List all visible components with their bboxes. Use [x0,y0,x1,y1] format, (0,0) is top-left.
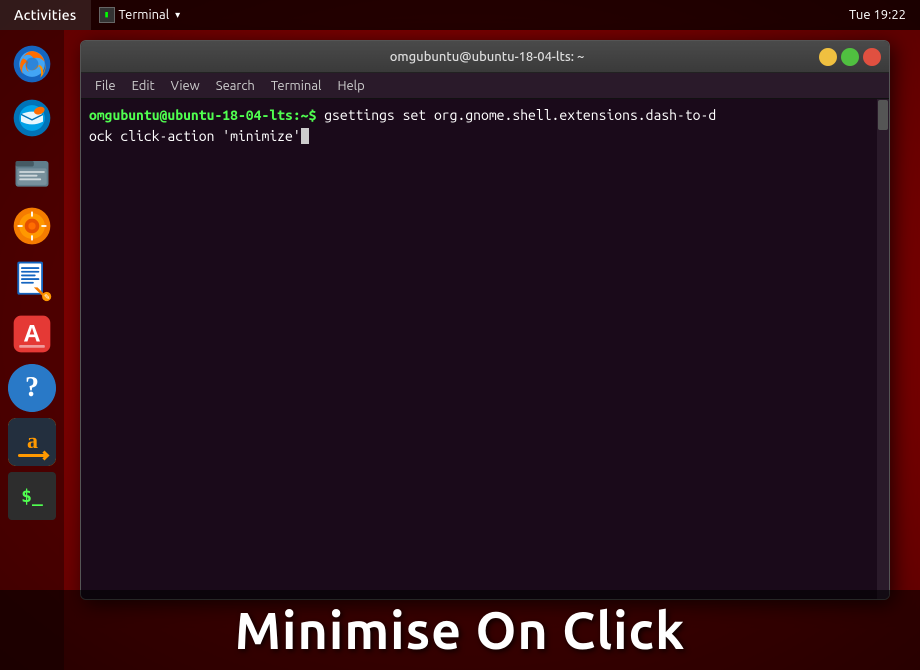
terminal-command-line: omgubuntu@ubuntu-18-04-lts:~$ gsettings … [89,105,881,126]
menu-help[interactable]: Help [329,73,372,99]
terminal-taskbar-item[interactable]: ▮ Terminal ▾ [91,7,189,23]
dock-icon-files[interactable] [8,148,56,196]
dock-icon-appstore[interactable]: A [8,310,56,358]
terminal-content[interactable]: omgubuntu@ubuntu-18-04-lts:~$ gsettings … [81,99,889,599]
dock-icon-help[interactable]: ? [8,364,56,412]
terminal-scrollbar[interactable] [877,99,889,599]
terminal-command-text: gsettings set org.gnome.shell.extensions… [324,107,716,123]
terminal-taskbar-arrow: ▾ [175,9,180,21]
terminal-titlebar: omgubuntu@ubuntu-18-04-lts: ~ – □ ✕ [81,41,889,73]
minimize-button[interactable]: – [819,48,837,66]
terminal-menubar: File Edit View Search Terminal Help [81,73,889,99]
terminal-window-controls: – □ ✕ [819,48,881,66]
dock-icon-thunderbird[interactable] [8,94,56,142]
terminal-command-text-2: ock click-action 'minimize' [89,128,301,144]
overlay-title: Minimise On Click [235,601,686,659]
dock: ✎ A ? a $_ [0,30,64,670]
terminal-title: omgubuntu@ubuntu-18-04-lts: ~ [155,50,819,64]
bottom-overlay: Minimise On Click [0,590,920,670]
topbar: Activities ▮ Terminal ▾ Tue 19:22 [0,0,920,30]
terminal-command-line-2: ock click-action 'minimize' [89,126,881,147]
terminal-prompt-user: omgubuntu@ubuntu-18-04-lts:~$ [89,107,316,123]
maximize-button[interactable]: □ [841,48,859,66]
close-button[interactable]: ✕ [863,48,881,66]
dock-icon-rhythmbox[interactable] [8,202,56,250]
activities-button[interactable]: Activities [0,0,91,30]
terminal-window: omgubuntu@ubuntu-18-04-lts: ~ – □ ✕ File… [80,40,890,600]
menu-file[interactable]: File [87,73,124,99]
terminal-taskbar-icon: ▮ [99,7,115,23]
clock[interactable]: Tue 19:22 [835,8,920,22]
topbar-left: Activities ▮ Terminal ▾ [0,0,188,30]
svg-text:A: A [23,320,40,347]
menu-search[interactable]: Search [208,73,263,99]
menu-view[interactable]: View [163,73,208,99]
menu-edit[interactable]: Edit [124,73,163,99]
dock-icon-terminal[interactable]: $_ [8,472,56,520]
terminal-scrollbar-thumb[interactable] [878,100,888,130]
menu-terminal[interactable]: Terminal [263,73,330,99]
dock-icon-amazon[interactable]: a [8,418,56,466]
terminal-taskbar-label: Terminal [119,8,170,22]
dock-icon-firefox[interactable] [8,40,56,88]
dock-icon-writer[interactable]: ✎ [8,256,56,304]
terminal-cursor [301,128,309,144]
svg-text:✎: ✎ [44,293,50,301]
